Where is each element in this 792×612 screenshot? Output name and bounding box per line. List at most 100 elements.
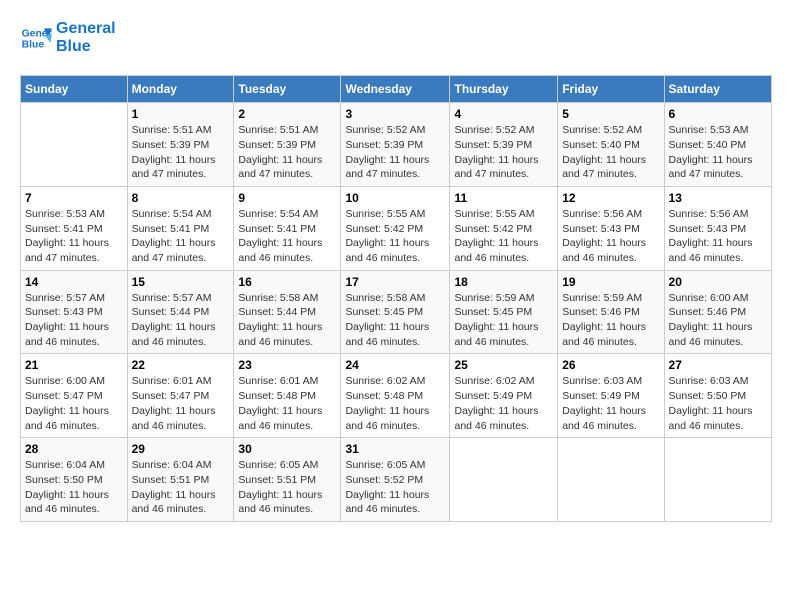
day-info: Sunrise: 6:02 AM Sunset: 5:48 PM Dayligh…	[345, 374, 445, 433]
calendar-cell: 13 Sunrise: 5:56 AM Sunset: 5:43 PM Dayli…	[664, 186, 771, 270]
calendar-cell: 11 Sunrise: 5:55 AM Sunset: 5:42 PM Dayli…	[450, 186, 558, 270]
day-info: Sunrise: 5:55 AM Sunset: 5:42 PM Dayligh…	[345, 207, 445, 266]
day-info: Sunrise: 5:51 AM Sunset: 5:39 PM Dayligh…	[132, 123, 230, 182]
day-number: 4	[454, 107, 553, 121]
day-number: 25	[454, 358, 553, 372]
day-info: Sunrise: 5:57 AM Sunset: 5:44 PM Dayligh…	[132, 291, 230, 350]
day-info: Sunrise: 5:55 AM Sunset: 5:42 PM Dayligh…	[454, 207, 553, 266]
day-number: 19	[562, 275, 659, 289]
calendar-cell: 15 Sunrise: 5:57 AM Sunset: 5:44 PM Dayli…	[127, 270, 234, 354]
calendar-cell: 5 Sunrise: 5:52 AM Sunset: 5:40 PM Daylig…	[558, 103, 664, 187]
logo: General Blue General Blue	[20, 20, 116, 55]
day-number: 28	[25, 442, 123, 456]
day-info: Sunrise: 6:01 AM Sunset: 5:47 PM Dayligh…	[132, 374, 230, 433]
day-number: 12	[562, 191, 659, 205]
calendar-cell: 22 Sunrise: 6:01 AM Sunset: 5:47 PM Dayli…	[127, 354, 234, 438]
day-number: 16	[238, 275, 336, 289]
day-info: Sunrise: 5:53 AM Sunset: 5:41 PM Dayligh…	[25, 207, 123, 266]
col-header-saturday: Saturday	[664, 76, 771, 103]
calendar-cell: 6 Sunrise: 5:53 AM Sunset: 5:40 PM Daylig…	[664, 103, 771, 187]
calendar-table: SundayMondayTuesdayWednesdayThursdayFrid…	[20, 75, 772, 522]
day-info: Sunrise: 6:00 AM Sunset: 5:47 PM Dayligh…	[25, 374, 123, 433]
day-number: 29	[132, 442, 230, 456]
day-number: 20	[669, 275, 767, 289]
calendar-cell: 8Sunrise: 5:54 AM Sunset: 5:41 PM Daylig…	[127, 186, 234, 270]
calendar-cell	[450, 438, 558, 522]
calendar-cell: 28 Sunrise: 6:04 AM Sunset: 5:50 PM Dayli…	[21, 438, 128, 522]
day-info: Sunrise: 6:01 AM Sunset: 5:48 PM Dayligh…	[238, 374, 336, 433]
calendar-week-5: 28 Sunrise: 6:04 AM Sunset: 5:50 PM Dayli…	[21, 438, 772, 522]
day-info: Sunrise: 6:04 AM Sunset: 5:50 PM Dayligh…	[25, 458, 123, 517]
day-number: 3	[345, 107, 445, 121]
day-info: Sunrise: 5:57 AM Sunset: 5:43 PM Dayligh…	[25, 291, 123, 350]
day-number: 15	[132, 275, 230, 289]
day-number: 21	[25, 358, 123, 372]
day-number: 14	[25, 275, 123, 289]
calendar-cell: 23Sunrise: 6:01 AM Sunset: 5:48 PM Dayli…	[234, 354, 341, 438]
calendar-cell: 10 Sunrise: 5:55 AM Sunset: 5:42 PM Dayli…	[341, 186, 450, 270]
day-info: Sunrise: 5:59 AM Sunset: 5:45 PM Dayligh…	[454, 291, 553, 350]
day-number: 10	[345, 191, 445, 205]
col-header-thursday: Thursday	[450, 76, 558, 103]
day-info: Sunrise: 5:54 AM Sunset: 5:41 PM Dayligh…	[238, 207, 336, 266]
day-info: Sunrise: 5:59 AM Sunset: 5:46 PM Dayligh…	[562, 291, 659, 350]
calendar-header-row: SundayMondayTuesdayWednesdayThursdayFrid…	[21, 76, 772, 103]
day-number: 7	[25, 191, 123, 205]
day-info: Sunrise: 6:05 AM Sunset: 5:52 PM Dayligh…	[345, 458, 445, 517]
calendar-cell: 29 Sunrise: 6:04 AM Sunset: 5:51 PM Dayli…	[127, 438, 234, 522]
day-info: Sunrise: 6:03 AM Sunset: 5:49 PM Dayligh…	[562, 374, 659, 433]
day-number: 18	[454, 275, 553, 289]
calendar-cell: 3 Sunrise: 5:52 AM Sunset: 5:39 PM Daylig…	[341, 103, 450, 187]
day-info: Sunrise: 5:56 AM Sunset: 5:43 PM Dayligh…	[562, 207, 659, 266]
logo-icon: General Blue	[20, 22, 52, 54]
calendar-cell: 17Sunrise: 5:58 AM Sunset: 5:45 PM Dayli…	[341, 270, 450, 354]
calendar-cell: 18 Sunrise: 5:59 AM Sunset: 5:45 PM Dayli…	[450, 270, 558, 354]
col-header-monday: Monday	[127, 76, 234, 103]
day-info: Sunrise: 5:52 AM Sunset: 5:40 PM Dayligh…	[562, 123, 659, 182]
calendar-cell: 9 Sunrise: 5:54 AM Sunset: 5:41 PM Daylig…	[234, 186, 341, 270]
day-number: 6	[669, 107, 767, 121]
day-info: Sunrise: 5:51 AM Sunset: 5:39 PM Dayligh…	[238, 123, 336, 182]
svg-text:Blue: Blue	[22, 39, 45, 50]
calendar-week-1: 1 Sunrise: 5:51 AM Sunset: 5:39 PM Daylig…	[21, 103, 772, 187]
day-number: 26	[562, 358, 659, 372]
calendar-week-2: 7 Sunrise: 5:53 AM Sunset: 5:41 PM Daylig…	[21, 186, 772, 270]
calendar-cell: 7 Sunrise: 5:53 AM Sunset: 5:41 PM Daylig…	[21, 186, 128, 270]
calendar-cell: 21 Sunrise: 6:00 AM Sunset: 5:47 PM Dayli…	[21, 354, 128, 438]
day-info: Sunrise: 5:54 AM Sunset: 5:41 PM Dayligh…	[132, 207, 230, 266]
day-info: Sunrise: 5:58 AM Sunset: 5:45 PM Dayligh…	[345, 291, 445, 350]
day-number: 13	[669, 191, 767, 205]
page-container: General Blue General Blue SundayMondayTu…	[20, 20, 772, 522]
day-info: Sunrise: 5:56 AM Sunset: 5:43 PM Dayligh…	[669, 207, 767, 266]
day-info: Sunrise: 5:58 AM Sunset: 5:44 PM Dayligh…	[238, 291, 336, 350]
calendar-cell: 14 Sunrise: 5:57 AM Sunset: 5:43 PM Dayli…	[21, 270, 128, 354]
col-header-sunday: Sunday	[21, 76, 128, 103]
col-header-tuesday: Tuesday	[234, 76, 341, 103]
calendar-cell	[558, 438, 664, 522]
calendar-cell: 12 Sunrise: 5:56 AM Sunset: 5:43 PM Dayli…	[558, 186, 664, 270]
calendar-cell: 30 Sunrise: 6:05 AM Sunset: 5:51 PM Dayli…	[234, 438, 341, 522]
calendar-cell: 26 Sunrise: 6:03 AM Sunset: 5:49 PM Dayli…	[558, 354, 664, 438]
col-header-friday: Friday	[558, 76, 664, 103]
day-number: 1	[132, 107, 230, 121]
day-info: Sunrise: 5:53 AM Sunset: 5:40 PM Dayligh…	[669, 123, 767, 182]
calendar-cell	[664, 438, 771, 522]
calendar-cell: 4 Sunrise: 5:52 AM Sunset: 5:39 PM Daylig…	[450, 103, 558, 187]
day-number: 31	[345, 442, 445, 456]
day-number: 30	[238, 442, 336, 456]
day-info: Sunrise: 5:52 AM Sunset: 5:39 PM Dayligh…	[454, 123, 553, 182]
calendar-week-3: 14 Sunrise: 5:57 AM Sunset: 5:43 PM Dayli…	[21, 270, 772, 354]
day-number: 11	[454, 191, 553, 205]
calendar-cell	[21, 103, 128, 187]
day-info: Sunrise: 6:04 AM Sunset: 5:51 PM Dayligh…	[132, 458, 230, 517]
calendar-cell: 16 Sunrise: 5:58 AM Sunset: 5:44 PM Dayli…	[234, 270, 341, 354]
day-number: 5	[562, 107, 659, 121]
header-row: General Blue General Blue	[20, 20, 772, 65]
calendar-cell: 24Sunrise: 6:02 AM Sunset: 5:48 PM Dayli…	[341, 354, 450, 438]
day-number: 9	[238, 191, 336, 205]
day-info: Sunrise: 6:05 AM Sunset: 5:51 PM Dayligh…	[238, 458, 336, 517]
calendar-cell: 1 Sunrise: 5:51 AM Sunset: 5:39 PM Daylig…	[127, 103, 234, 187]
day-info: Sunrise: 6:03 AM Sunset: 5:50 PM Dayligh…	[669, 374, 767, 433]
day-number: 22	[132, 358, 230, 372]
day-info: Sunrise: 5:52 AM Sunset: 5:39 PM Dayligh…	[345, 123, 445, 182]
